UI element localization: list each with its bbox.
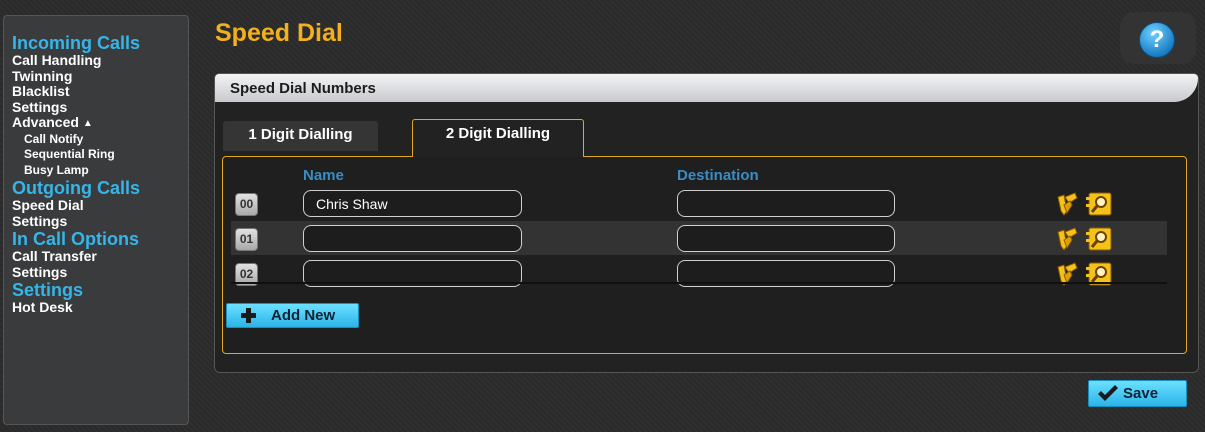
- tab-content: Name Destination 00 01: [222, 156, 1187, 354]
- sidebar-heading-settings[interactable]: Settings: [12, 280, 188, 300]
- sidebar-item-outgoing-settings[interactable]: Settings: [12, 213, 188, 230]
- save-button[interactable]: Save: [1088, 380, 1187, 407]
- tab-2-digit-dialling[interactable]: 2 Digit Dialling: [412, 119, 584, 157]
- help-icon[interactable]: ?: [1139, 22, 1175, 58]
- sidebar-item-call-notify[interactable]: Call Notify: [12, 132, 188, 148]
- edit-icon[interactable]: [1055, 226, 1079, 252]
- table-row: 00: [231, 186, 1167, 220]
- save-label: Save: [1123, 385, 1159, 402]
- sidebar: Incoming Calls Call Handling Twinning Bl…: [3, 15, 189, 425]
- name-field[interactable]: [303, 225, 522, 252]
- sidebar-item-busy-lamp[interactable]: Busy Lamp: [12, 163, 188, 179]
- sidebar-item-twinning[interactable]: Twinning: [12, 68, 188, 85]
- table-row: 02: [231, 256, 1167, 290]
- row-number-badge: 00: [235, 193, 258, 216]
- sidebar-item-incoming-settings[interactable]: Settings: [12, 99, 188, 116]
- plus-icon: [241, 308, 256, 323]
- sidebar-item-speed-dial[interactable]: Speed Dial: [12, 197, 188, 214]
- sidebar-item-call-handling[interactable]: Call Handling: [12, 52, 188, 69]
- lookup-icon[interactable]: [1086, 191, 1113, 217]
- edit-icon[interactable]: [1055, 191, 1079, 217]
- name-field[interactable]: [303, 190, 522, 217]
- sidebar-heading-incoming-calls[interactable]: Incoming Calls: [12, 33, 188, 53]
- column-header-name: Name: [303, 167, 344, 184]
- add-new-button[interactable]: Add New: [226, 303, 359, 328]
- sidebar-item-call-transfer[interactable]: Call Transfer: [12, 248, 188, 265]
- sidebar-item-blacklist[interactable]: Blacklist: [12, 83, 188, 100]
- add-new-label: Add New: [271, 307, 336, 324]
- help-button-container: ?: [1120, 12, 1196, 64]
- speed-dial-panel: Speed Dial Numbers 1 Digit Dialling 2 Di…: [214, 73, 1199, 373]
- sidebar-heading-outgoing-calls[interactable]: Outgoing Calls: [12, 178, 188, 198]
- page-title: Speed Dial: [215, 19, 343, 47]
- lookup-icon[interactable]: [1086, 226, 1113, 252]
- sidebar-item-advanced-label: Advanced: [12, 114, 79, 130]
- sidebar-item-hot-desk[interactable]: Hot Desk: [12, 299, 188, 316]
- sidebar-item-sequential-ring[interactable]: Sequential Ring: [12, 147, 188, 163]
- triangle-up-icon: ▲: [82, 118, 93, 129]
- tab-1-digit-dialling[interactable]: 1 Digit Dialling: [223, 121, 378, 151]
- row-number-badge: 01: [235, 228, 258, 251]
- table-row: 01: [231, 221, 1167, 255]
- table-divider: [231, 282, 1167, 284]
- checkmark-icon: [1098, 385, 1118, 401]
- panel-title: Speed Dial Numbers: [215, 74, 1198, 102]
- sidebar-heading-in-call-options[interactable]: In Call Options: [12, 229, 188, 249]
- destination-field[interactable]: [677, 190, 895, 217]
- destination-field[interactable]: [677, 225, 895, 252]
- column-header-destination: Destination: [677, 167, 759, 184]
- sidebar-item-in-call-settings[interactable]: Settings: [12, 264, 188, 281]
- sidebar-item-advanced[interactable]: Advanced ▲: [12, 114, 188, 132]
